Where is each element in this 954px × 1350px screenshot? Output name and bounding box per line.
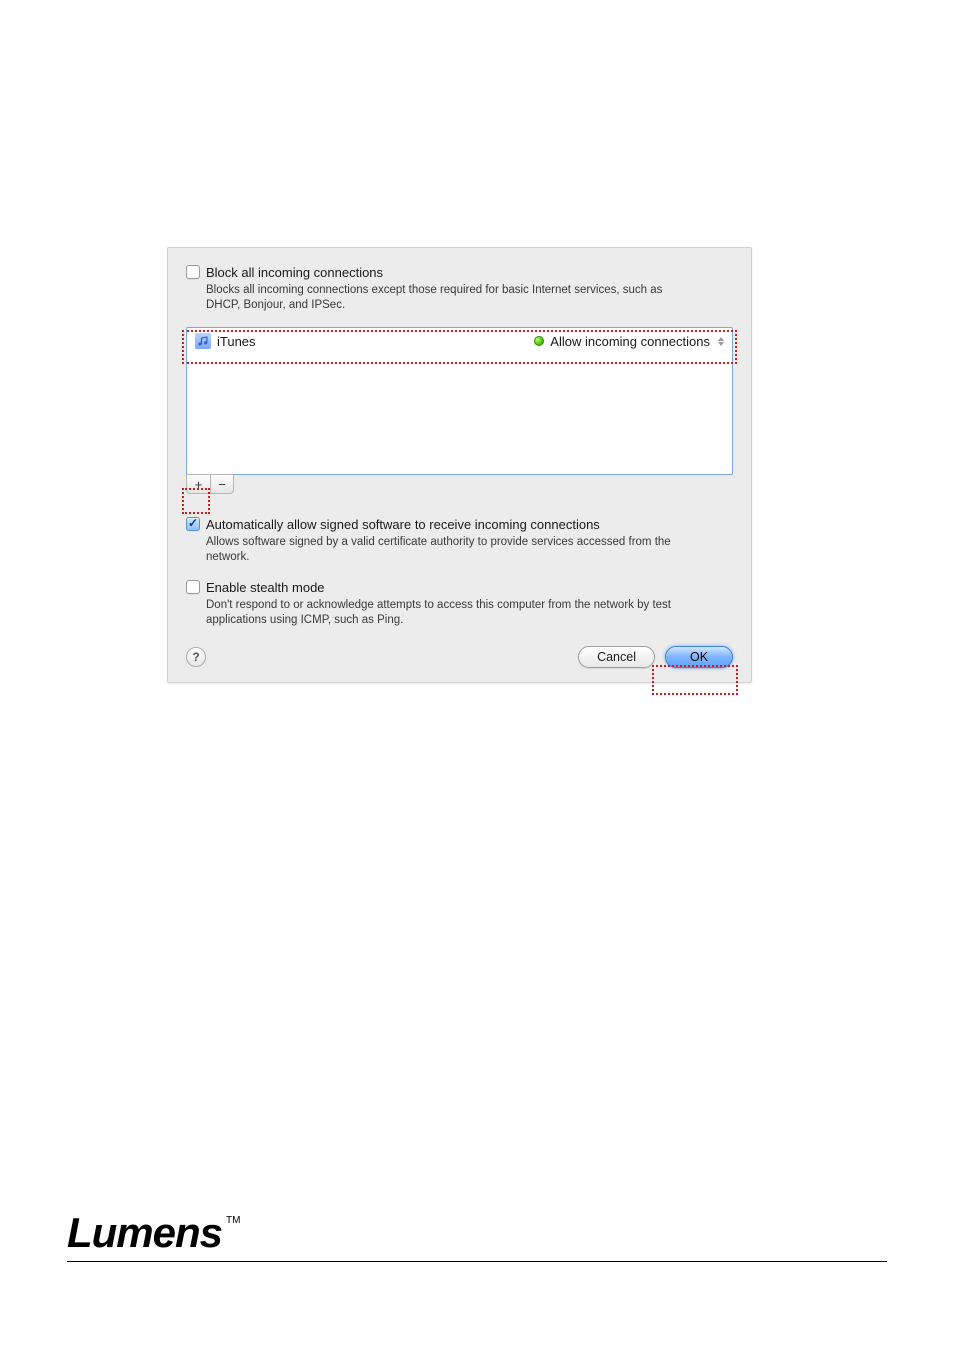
app-status: Allow incoming connections	[550, 334, 710, 349]
footer-rule	[67, 1261, 887, 1262]
stealth-desc: Don't respond to or acknowledge attempts…	[206, 598, 686, 628]
status-dot-icon	[534, 336, 544, 346]
remove-app-button[interactable]: −	[210, 474, 234, 494]
brand-logo: Lumens TM	[67, 1212, 240, 1254]
dialog-footer: ? Cancel OK	[186, 646, 733, 668]
add-remove-group: + −	[186, 474, 733, 494]
block-all-title: Block all incoming connections	[206, 264, 686, 281]
itunes-icon	[195, 333, 211, 349]
auto-allow-desc: Allows software signed by a valid certif…	[206, 535, 686, 565]
popup-arrows-icon[interactable]	[718, 337, 724, 346]
annotation-ok-button	[652, 665, 738, 695]
option-auto-allow: Automatically allow signed software to r…	[186, 516, 733, 565]
block-all-desc: Blocks all incoming connections except t…	[206, 283, 686, 313]
checkbox-stealth[interactable]	[186, 580, 200, 594]
ok-button[interactable]: OK	[665, 646, 733, 668]
checkbox-block-all[interactable]	[186, 265, 200, 279]
help-button[interactable]: ?	[186, 647, 206, 667]
auto-allow-title: Automatically allow signed software to r…	[206, 516, 686, 533]
cancel-button[interactable]: Cancel	[578, 646, 655, 668]
app-name: iTunes	[217, 334, 256, 349]
app-list[interactable]: iTunes Allow incoming connections	[186, 327, 733, 475]
checkbox-auto-allow[interactable]	[186, 517, 200, 531]
brand-logo-text: Lumens	[67, 1212, 222, 1254]
stealth-title: Enable stealth mode	[206, 579, 686, 596]
app-list-row[interactable]: iTunes Allow incoming connections	[187, 328, 732, 354]
option-stealth: Enable stealth mode Don't respond to or …	[186, 579, 733, 628]
brand-logo-tm: TM	[226, 1215, 240, 1226]
add-app-button[interactable]: +	[186, 474, 210, 494]
firewall-advanced-dialog: Block all incoming connections Blocks al…	[167, 247, 752, 683]
option-block-all: Block all incoming connections Blocks al…	[186, 264, 733, 313]
